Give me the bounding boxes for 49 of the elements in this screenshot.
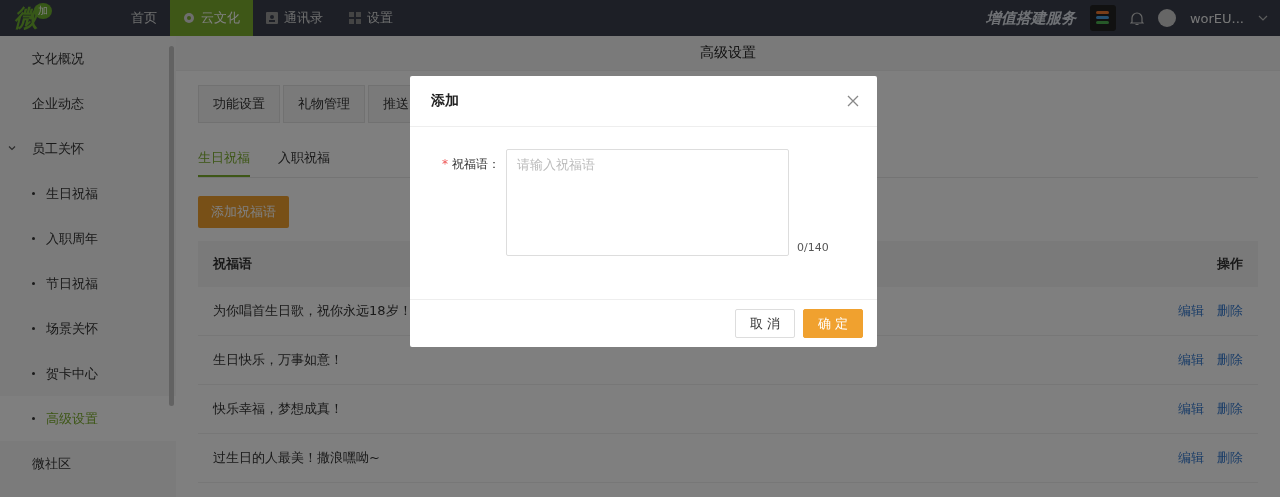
action-link[interactable]: 编辑	[1178, 351, 1204, 369]
action-link[interactable]: 编辑	[1178, 302, 1204, 320]
subtab[interactable]: 入职祝福	[278, 143, 330, 177]
action-link[interactable]: 删除	[1217, 351, 1243, 369]
action-link[interactable]: 删除	[1217, 302, 1243, 320]
cancel-button[interactable]: 取 消	[734, 309, 795, 338]
add-button[interactable]: 添加祝福语	[198, 196, 289, 228]
close-icon[interactable]	[847, 95, 859, 107]
table-cell: 生日快乐，万事如意！	[213, 351, 343, 369]
chevron-down-icon[interactable]	[8, 144, 16, 152]
chevron-down-icon[interactable]	[1258, 15, 1268, 21]
column-header: 祝福语	[213, 255, 252, 273]
dialog-title: 添加	[431, 92, 459, 110]
char-counter: 0/140	[797, 241, 829, 254]
nav-tab[interactable]: 设置	[336, 0, 406, 36]
bullet-icon	[32, 237, 35, 240]
bullet-icon	[32, 372, 35, 375]
grid-icon	[349, 12, 361, 24]
person-icon	[266, 12, 278, 24]
field-label: * 祝福语：	[442, 156, 500, 173]
nav-tab[interactable]: 首页	[118, 0, 170, 36]
action-link[interactable]: 编辑	[1178, 449, 1204, 467]
subtab[interactable]: 生日祝福	[198, 143, 250, 177]
action-link[interactable]: 删除	[1217, 449, 1243, 467]
bullet-icon	[32, 192, 35, 195]
promo-text[interactable]: 增值搭建服务	[985, 8, 1076, 28]
scrollbar[interactable]	[169, 46, 174, 406]
menu-icon[interactable]	[1089, 5, 1116, 31]
bullet-icon	[32, 417, 35, 420]
nav-tab[interactable]: 通讯录	[253, 0, 336, 36]
column-header: 操作	[1217, 255, 1243, 273]
confirm-button[interactable]: 确 定	[802, 309, 863, 338]
page-title: 高级设置	[176, 36, 1280, 71]
action-link[interactable]: 删除	[1217, 400, 1243, 418]
table-cell: 快乐幸福，梦想成真！	[213, 400, 343, 418]
action-link[interactable]: 编辑	[1178, 400, 1204, 418]
bullet-icon	[32, 327, 35, 330]
sidebar-subitem[interactable]: 高级设置	[0, 396, 176, 441]
user-name[interactable]: worEU...	[1189, 10, 1244, 26]
tab[interactable]: 礼物管理	[283, 85, 365, 123]
table-cell: 过生日的人最美！撒浪嘿呦~	[213, 449, 380, 467]
tab[interactable]: 功能设置	[198, 85, 280, 123]
table-cell: 为你唱首生日歌，祝你永远18岁！	[213, 302, 412, 320]
bell-icon[interactable]	[1129, 10, 1144, 26]
avatar-icon[interactable]	[1157, 9, 1176, 27]
bullet-icon	[32, 282, 35, 285]
input-field[interactable]: 请输入祝福语	[506, 149, 789, 256]
sidebar-item[interactable]: 微社区	[0, 441, 176, 486]
nav-tab[interactable]: 云文化	[170, 0, 253, 36]
